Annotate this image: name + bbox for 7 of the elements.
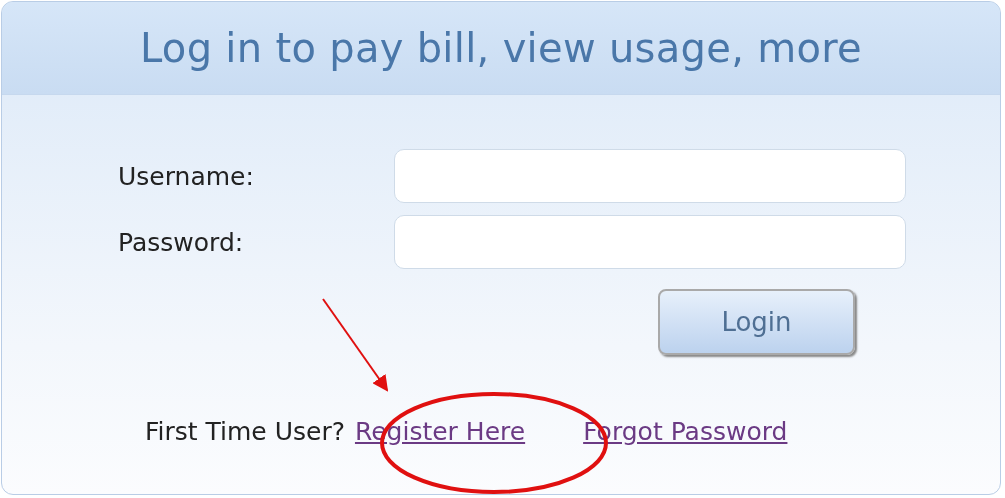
login-button[interactable]: Login [658,289,855,355]
field-label: Password: [118,227,245,257]
input-field[interactable] [394,149,906,203]
panel-title: Log in to pay bill, view usage, more [140,25,862,71]
field-label: Username: [118,161,255,191]
prompt-text: First Time User? [145,417,345,446]
input-field[interactable] [394,215,906,269]
